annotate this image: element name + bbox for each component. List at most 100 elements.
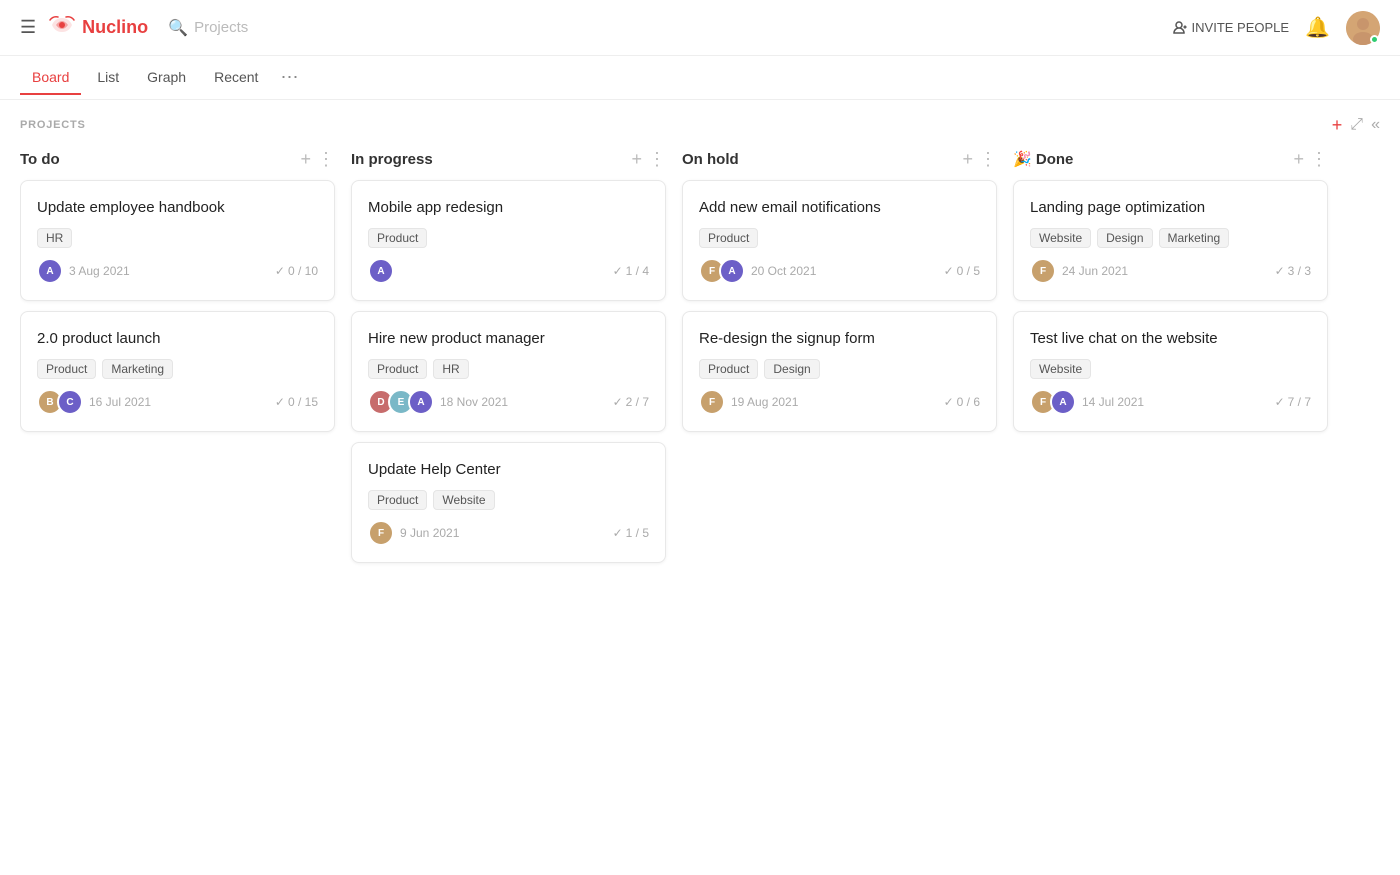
card-tag: Product xyxy=(368,359,427,379)
checklist-icon: ✓ xyxy=(1275,395,1285,409)
card-tag: Design xyxy=(764,359,819,379)
board-area: PROJECTS + ⤢ « To do+⋮Update employee ha… xyxy=(0,100,1400,589)
checklist-icon: ✓ xyxy=(275,264,285,278)
card-checklist: ✓ 0 / 15 xyxy=(275,395,318,409)
column-header-todo: To do+⋮ xyxy=(20,150,335,168)
card[interactable]: Hire new product managerProductHRDEA18 N… xyxy=(351,311,666,432)
column-title-done: 🎉 Done xyxy=(1013,150,1287,168)
column-title-on-hold: On hold xyxy=(682,151,956,168)
card-checklist: ✓ 1 / 5 xyxy=(613,526,649,540)
card-title: Update Help Center xyxy=(368,459,649,480)
card-footer: A✓ 1 / 4 xyxy=(368,258,649,284)
avatar: A xyxy=(1050,389,1076,415)
notification-bell-icon[interactable]: 🔔 xyxy=(1305,15,1330,40)
card-title: Landing page optimization xyxy=(1030,197,1311,218)
card-avatars: A xyxy=(37,258,57,284)
card-tag: Product xyxy=(699,359,758,379)
card[interactable]: 2.0 product launchProductMarketingBC16 J… xyxy=(20,311,335,432)
logo-icon xyxy=(48,14,76,42)
card-checklist: ✓ 0 / 5 xyxy=(944,264,980,278)
card-title: Test live chat on the website xyxy=(1030,328,1311,349)
column-in-progress: In progress + ⋮ Mobile app redesign Product A… xyxy=(351,150,666,573)
collapse-button[interactable]: « xyxy=(1371,117,1380,133)
card[interactable]: Landing page optimization WebsiteDesignMa… xyxy=(1013,180,1328,301)
card-footer: F24 Jun 2021✓ 3 / 3 xyxy=(1030,258,1311,284)
column-header-on-hold: On hold + ⋮ xyxy=(682,150,997,168)
tab-list[interactable]: List xyxy=(85,61,131,95)
card-tags: Product Marketing xyxy=(37,359,318,379)
card[interactable]: Re-design the signup formProductDesignF1… xyxy=(682,311,997,432)
avatar: F xyxy=(1030,258,1056,284)
card-tags: Product xyxy=(699,228,980,248)
card-tag: Product xyxy=(368,228,427,248)
add-card-button-in-progress[interactable]: + xyxy=(631,150,642,168)
tab-graph[interactable]: Graph xyxy=(135,61,198,95)
checklist-icon: ✓ xyxy=(613,264,623,278)
avatar: F xyxy=(368,520,394,546)
card-title: Mobile app redesign xyxy=(368,197,649,218)
card-tag: Marketing xyxy=(1159,228,1230,248)
column-header-in-progress: In progress + ⋮ xyxy=(351,150,666,168)
header: ☰ Nuclino 🔍 Projects INVITE PEOPLE 🔔 xyxy=(0,0,1400,56)
checklist-icon: ✓ xyxy=(613,395,623,409)
card-tags: HR xyxy=(37,228,318,248)
column-title-in-progress: In progress xyxy=(351,151,625,168)
card[interactable]: Update employee handbook HR A3 Aug 2021✓ 0… xyxy=(20,180,335,301)
card[interactable]: Update Help CenterProductWebsiteF9 Jun 2… xyxy=(351,442,666,563)
column-more-button-on-hold[interactable]: ⋮ xyxy=(979,150,997,168)
invite-icon xyxy=(1171,20,1187,36)
card-checklist: ✓ 0 / 10 xyxy=(275,264,318,278)
card-tags: Product xyxy=(368,228,649,248)
card-title: Re-design the signup form xyxy=(699,328,980,349)
board-actions: + ⤢ « xyxy=(1332,116,1380,134)
avatar: F xyxy=(699,389,725,415)
card-footer: FA14 Jul 2021✓ 7 / 7 xyxy=(1030,389,1311,415)
add-card-button-todo[interactable]: + xyxy=(300,150,311,168)
card-tag: Product xyxy=(699,228,758,248)
card-title: Hire new product manager xyxy=(368,328,649,349)
column-more-button-in-progress[interactable]: ⋮ xyxy=(648,150,666,168)
card-tag: Marketing xyxy=(102,359,173,379)
checklist-icon: ✓ xyxy=(1275,264,1285,278)
card-footer: F9 Jun 2021✓ 1 / 5 xyxy=(368,520,649,546)
card-checklist: ✓ 7 / 7 xyxy=(1275,395,1311,409)
invite-people-button[interactable]: INVITE PEOPLE xyxy=(1171,20,1290,36)
search-placeholder: Projects xyxy=(194,19,248,36)
card-tag: HR xyxy=(433,359,468,379)
card-checklist: ✓ 3 / 3 xyxy=(1275,264,1311,278)
column-todo: To do+⋮Update employee handbookHRA3 Aug … xyxy=(20,150,335,442)
tab-board[interactable]: Board xyxy=(20,61,81,95)
card-tag: Website xyxy=(1030,359,1091,379)
add-column-button[interactable]: + xyxy=(1332,116,1343,134)
card[interactable]: Add new email notifications Product FA 20 O… xyxy=(682,180,997,301)
card-avatars: FA xyxy=(699,258,739,284)
add-card-button-on-hold[interactable]: + xyxy=(962,150,973,168)
card-date: 20 Oct 2021 xyxy=(751,264,938,278)
column-more-button-done[interactable]: ⋮ xyxy=(1310,150,1328,168)
user-avatar[interactable] xyxy=(1346,11,1380,45)
tabs-more-icon[interactable]: ⋯ xyxy=(274,67,304,88)
card-tag: Product xyxy=(37,359,96,379)
add-card-button-done[interactable]: + xyxy=(1293,150,1304,168)
card-date: 18 Nov 2021 xyxy=(440,395,607,409)
checklist-icon: ✓ xyxy=(944,395,954,409)
card[interactable]: Test live chat on the website Website FA14… xyxy=(1013,311,1328,432)
column-done: 🎉 Done + ⋮ Landing page optimization Website… xyxy=(1013,150,1328,442)
search-area[interactable]: 🔍 Projects xyxy=(168,18,1158,38)
card-tags: WebsiteDesignMarketing xyxy=(1030,228,1311,248)
column-more-button-todo[interactable]: ⋮ xyxy=(317,150,335,168)
card-tag: Website xyxy=(433,490,494,510)
logo: Nuclino xyxy=(48,14,148,42)
card-avatars: FA xyxy=(1030,389,1070,415)
hamburger-icon[interactable]: ☰ xyxy=(20,17,36,38)
card-title: Add new email notifications xyxy=(699,197,980,218)
section-label: PROJECTS xyxy=(20,119,1332,131)
tab-recent[interactable]: Recent xyxy=(202,61,270,95)
card-footer: A3 Aug 2021✓ 0 / 10 xyxy=(37,258,318,284)
card-title: Update employee handbook xyxy=(37,197,318,218)
card-tag: Website xyxy=(1030,228,1091,248)
avatar: C xyxy=(57,389,83,415)
expand-button[interactable]: ⤢ xyxy=(1350,117,1363,133)
card[interactable]: Mobile app redesign Product A✓ 1 / 4 xyxy=(351,180,666,301)
card-avatars: BC xyxy=(37,389,77,415)
